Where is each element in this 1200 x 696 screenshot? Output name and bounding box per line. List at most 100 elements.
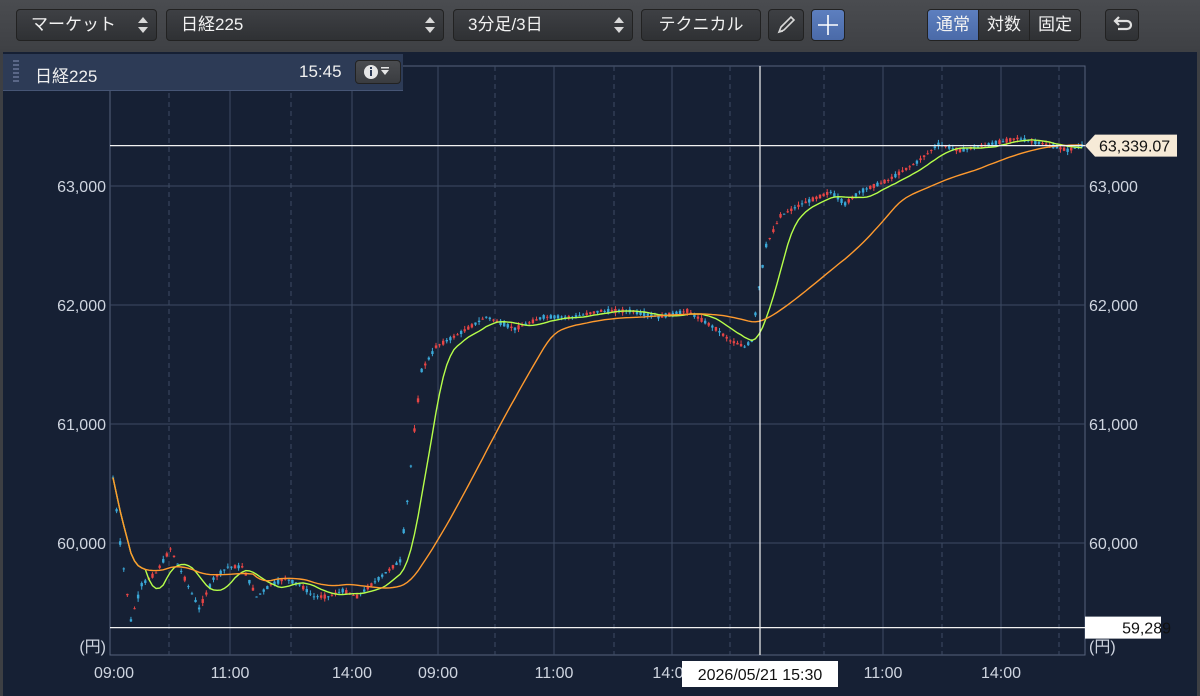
candle-body (1019, 138, 1023, 140)
candle-body (528, 322, 531, 324)
symbol-select[interactable]: 日経225 (166, 9, 444, 41)
candle-body (391, 565, 395, 569)
candle-body (406, 500, 409, 502)
candle-body (998, 140, 1001, 145)
candle-body (352, 594, 355, 596)
candle-body (237, 565, 240, 569)
candle-body (144, 580, 147, 583)
candle-body (241, 566, 244, 568)
candle-body (847, 199, 850, 203)
candle-body (904, 167, 908, 170)
candle-body (424, 363, 427, 366)
candle-body (732, 341, 736, 344)
candle-body (158, 565, 161, 568)
candle-body (176, 563, 179, 565)
candle-body (1005, 138, 1008, 143)
candle-body (251, 587, 255, 591)
candle-body (162, 559, 165, 563)
candle-body (549, 315, 553, 319)
candle-body (912, 164, 915, 166)
drag-handle[interactable] (13, 60, 19, 84)
candle-body (808, 199, 811, 203)
candle-body (965, 148, 969, 150)
y-tick-label-left: 61,000 (57, 417, 106, 434)
candle-body (452, 335, 456, 338)
scale-mode-group: 通常 対数 固定 (927, 9, 1081, 41)
pencil-icon (777, 15, 796, 34)
candle-body (721, 333, 725, 336)
interval-select-label: 3分足/3日 (468, 15, 543, 34)
scale-mode-log[interactable]: 対数 (979, 10, 1030, 40)
candle-body (786, 211, 789, 213)
candle-body (312, 596, 316, 598)
candle-body (266, 586, 269, 590)
market-select-label: マーケット (31, 15, 116, 34)
candle-body (510, 326, 513, 329)
candle-body (255, 596, 258, 598)
x-tick-label: 14:00 (981, 665, 1021, 682)
candle-body (420, 368, 423, 373)
price-chart[interactable]: 60,000 60,000 61,000 61,000 62,000 62,000 63,0… (3, 52, 1197, 696)
candle-body (887, 180, 890, 182)
candle-body (502, 322, 506, 327)
candle-body (248, 579, 251, 584)
interval-select[interactable]: 3分足/3日 (453, 9, 633, 41)
candle-body (416, 398, 420, 403)
x-tick-label: 14:0 (652, 665, 683, 682)
candle-body (531, 319, 535, 324)
crosshair-date-label: 2026/05/21 15:30 (698, 667, 823, 684)
candle-body (589, 312, 592, 315)
candle-body (434, 345, 438, 348)
draw-button[interactable] (768, 9, 804, 41)
y-tick-label-right: 61,000 (1089, 417, 1138, 434)
candle-body (729, 340, 732, 342)
candle-body (122, 568, 125, 570)
info-symbol-name: 日経225 (35, 67, 98, 86)
candle-body (592, 311, 596, 314)
candle-body (897, 171, 901, 176)
candle-body (1070, 147, 1073, 151)
market-select[interactable]: マーケット (16, 9, 157, 41)
candle-body (488, 317, 492, 320)
candle-body (646, 313, 649, 316)
technical-button[interactable]: テクニカル (641, 9, 761, 41)
candle-body (190, 593, 194, 595)
candle-body (291, 579, 294, 584)
undo-button[interactable] (1105, 9, 1139, 41)
candle-body (477, 320, 481, 323)
candle-body (546, 316, 549, 318)
candle-body (330, 594, 334, 596)
scale-mode-normal[interactable]: 通常 (928, 10, 979, 40)
candle-body (194, 599, 197, 603)
candle-body (603, 310, 606, 312)
info-icon (364, 65, 389, 79)
y-tick-label-right: 60,000 (1089, 536, 1138, 553)
candle-body (363, 589, 366, 592)
candle-body (413, 428, 416, 432)
candle-body (714, 326, 718, 331)
info-menu-button[interactable] (355, 60, 401, 84)
candle-body (696, 316, 700, 319)
candle-body (431, 351, 434, 355)
candle-body (739, 343, 743, 347)
select-arrows-icon (614, 15, 624, 35)
candle-body (212, 577, 215, 580)
chart-area[interactable]: 60,000 60,000 61,000 61,000 62,000 62,000 63,0… (3, 52, 1197, 696)
candle-body (118, 541, 122, 545)
candle-body (287, 579, 291, 581)
candle-body (1030, 141, 1033, 143)
candle-body (449, 337, 452, 341)
candle-body (948, 145, 951, 149)
crosshair-icon (818, 15, 838, 35)
candle-body (840, 198, 843, 203)
candle-body (323, 594, 326, 599)
crosshair-button[interactable] (811, 9, 845, 41)
candle-body (1037, 141, 1041, 144)
candle-body (822, 193, 825, 197)
candle-body (327, 596, 330, 598)
candle-body (922, 155, 926, 158)
scale-mode-fixed[interactable]: 固定 (1030, 10, 1080, 40)
select-arrows-icon (425, 15, 435, 35)
candle-body (815, 196, 818, 200)
candle-body (316, 596, 319, 598)
